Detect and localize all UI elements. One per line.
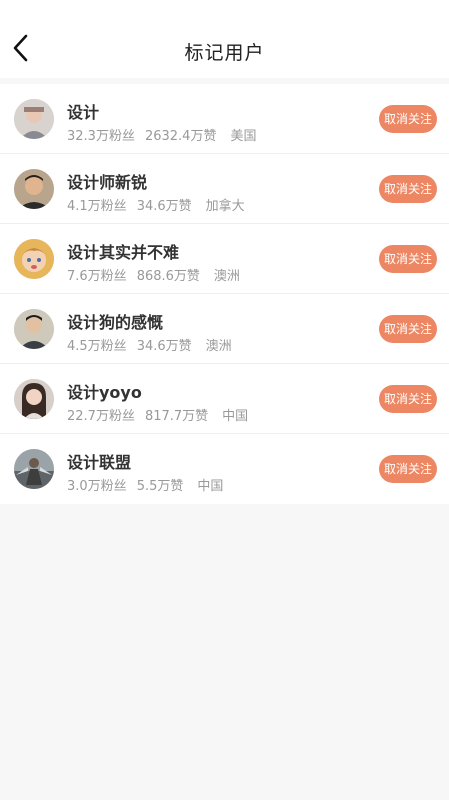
user-list: 设计 32.3万粉丝 2632.4万赞 美国 取消关注 设计师新锐 4.1万粉丝 34… [0, 84, 449, 504]
fans-count: 3.0万粉丝 [67, 479, 127, 494]
avatar [14, 379, 54, 419]
likes-count: 5.5万赞 [136, 479, 184, 494]
list-item[interactable]: 设计 32.3万粉丝 2632.4万赞 美国 取消关注 [0, 84, 449, 154]
user-stats: 32.3万粉丝 2632.4万赞 美国 [67, 125, 266, 144]
unfollow-button[interactable]: 取消关注 [379, 455, 437, 483]
unfollow-button[interactable]: 取消关注 [379, 385, 437, 413]
avatar [14, 99, 54, 139]
location: 中国 [197, 479, 224, 494]
fans-count: 32.3万粉丝 [67, 129, 135, 144]
fans-count: 4.1万粉丝 [67, 199, 127, 214]
location: 澳洲 [205, 339, 232, 354]
location: 美国 [230, 129, 257, 144]
fans-count: 4.5万粉丝 [67, 339, 127, 354]
user-name: 设计yoyo [67, 383, 142, 402]
avatar [14, 239, 54, 279]
user-stats: 7.6万粉丝 868.6万赞 澳洲 [67, 265, 250, 284]
location: 加拿大 [205, 199, 245, 214]
likes-count: 2632.4万赞 [144, 129, 217, 144]
user-name: 设计狗的感慨 [67, 313, 164, 332]
likes-count: 817.7万赞 [144, 409, 209, 424]
likes-count: 34.6万赞 [136, 199, 192, 214]
unfollow-button[interactable]: 取消关注 [379, 105, 437, 133]
user-stats: 4.1万粉丝 34.6万赞 加拿大 [67, 195, 255, 214]
list-item[interactable]: 设计yoyo 22.7万粉丝 817.7万赞 中国 取消关注 [0, 364, 449, 434]
list-item[interactable]: 设计狗的感慨 4.5万粉丝 34.6万赞 澳洲 取消关注 [0, 294, 449, 364]
user-name: 设计联盟 [67, 453, 132, 472]
user-name: 设计 [67, 103, 100, 122]
user-name: 设计师新锐 [67, 173, 148, 192]
location: 中国 [222, 409, 249, 424]
unfollow-button[interactable]: 取消关注 [379, 245, 437, 273]
likes-count: 868.6万赞 [136, 269, 200, 284]
user-stats: 22.7万粉丝 817.7万赞 中国 [67, 405, 258, 424]
avatar [14, 309, 54, 349]
unfollow-button[interactable]: 取消关注 [379, 315, 437, 343]
page-title: 标记用户 [184, 42, 265, 64]
list-item[interactable]: 设计师新锐 4.1万粉丝 34.6万赞 加拿大 取消关注 [0, 154, 449, 224]
user-stats: 4.5万粉丝 34.6万赞 澳洲 [67, 335, 242, 354]
header-bar: 标记用户 [0, 0, 449, 78]
avatar [14, 169, 54, 209]
user-name: 设计其实并不难 [67, 243, 180, 262]
list-item[interactable]: 设计其实并不难 7.6万粉丝 868.6万赞 澳洲 取消关注 [0, 224, 449, 294]
user-stats: 3.0万粉丝 5.5万赞 中国 [67, 475, 233, 494]
likes-count: 34.6万赞 [136, 339, 192, 354]
fans-count: 7.6万粉丝 [67, 269, 127, 284]
unfollow-button[interactable]: 取消关注 [379, 175, 437, 203]
fans-count: 22.7万粉丝 [67, 409, 135, 424]
list-item[interactable]: 设计联盟 3.0万粉丝 5.5万赞 中国 取消关注 [0, 434, 449, 504]
location: 澳洲 [213, 269, 240, 284]
avatar [14, 449, 54, 489]
